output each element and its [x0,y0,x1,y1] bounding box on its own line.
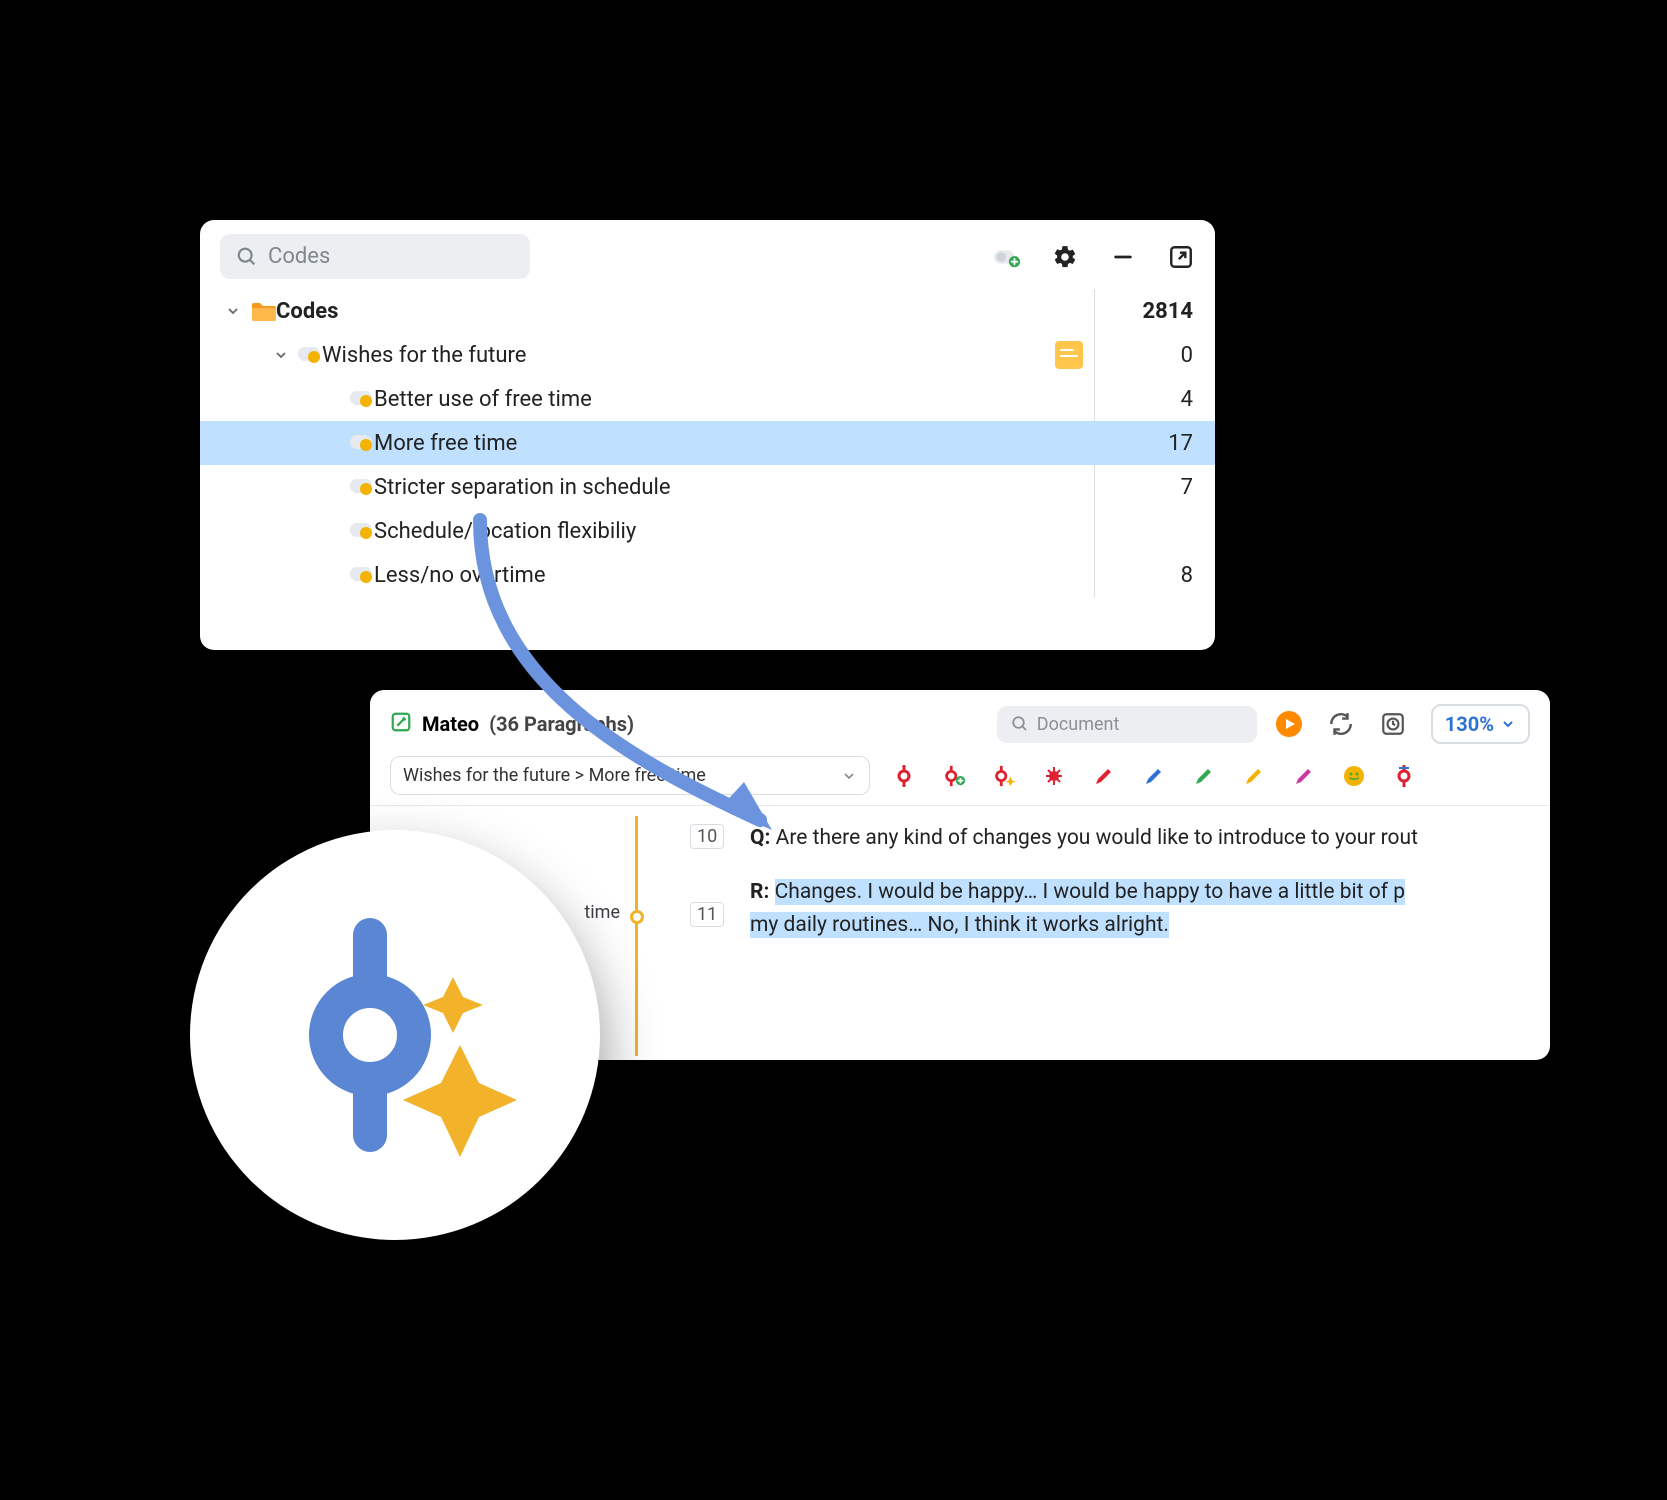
document-name: Mateo [422,712,479,736]
paragraph-q: Q: Are there any kind of changes you wou… [750,822,1550,856]
codes-root-label: Codes [276,299,338,324]
document-search-input[interactable]: Document [997,706,1257,743]
speaker-q: Q: [750,826,770,850]
zoom-value: 130% [1445,712,1494,736]
edit-document-icon[interactable] [390,711,412,738]
code-item-label: Better use of free time [374,387,592,412]
code-item-row[interactable]: Stricter separation in schedule 7 [200,465,1215,509]
codes-panel: Codes [200,220,1215,650]
code-item-label: Schedule/location flexibiliy [374,519,636,544]
code-ai-badge-icon [265,905,525,1165]
code-item-row-selected[interactable]: More free time 17 [200,421,1215,465]
paragraph-number-11[interactable]: 11 [690,902,724,927]
code-item-count: 4 [1095,387,1201,412]
code-item-label: Stricter separation in schedule [374,475,671,500]
paragraph-r: R: Changes. I would be happy… I would be… [750,876,1550,943]
codes-root-count: 2814 [1095,299,1201,324]
codes-root-row[interactable]: Codes 2814 [200,289,1215,333]
coding-tools-row [892,764,1416,788]
code-margin-label: time [584,902,620,923]
chevron-down-icon [1500,716,1516,732]
codes-search-placeholder: Codes [268,244,330,269]
highlighter-blue-icon[interactable] [1142,764,1166,788]
r-line1-highlight: Changes. I would be happy… I would be ha… [775,879,1405,905]
code-breadcrumb-select[interactable]: Wishes for the future > More free time [390,756,870,795]
code-dot-icon [350,567,374,583]
settings-button[interactable] [1051,243,1079,271]
highlighter-magenta-icon[interactable] [1292,764,1316,788]
feature-badge-circle [190,830,600,1240]
search-icon [236,246,258,268]
codes-group-label: Wishes for the future [322,343,526,368]
search-icon [1011,715,1029,733]
document-secondbar: Wishes for the future > More free time [370,750,1550,806]
code-item-row[interactable]: Less/no overtime 8 [200,553,1215,597]
document-topbar: Mateo (36 Paragraphs) Document 130% [370,690,1550,750]
code-bug-icon[interactable] [1042,764,1066,788]
r-line2-highlight: my daily routines… No, I think it works … [750,912,1169,938]
code-dot-icon [350,391,374,407]
minimize-button[interactable] [1109,243,1137,271]
highlighter-yellow-icon[interactable] [1242,764,1266,788]
code-dot-icon [350,435,374,451]
code-dot-icon [350,479,374,495]
code-margin-bar [635,816,638,1056]
chevron-down-icon[interactable] [270,347,292,363]
document-text[interactable]: Q: Are there any kind of changes you wou… [680,806,1550,1056]
code-item-label: Less/no overtime [374,563,546,588]
code-item-label: More free time [374,431,517,456]
document-search-placeholder: Document [1037,714,1120,735]
paragraph-number-10[interactable]: 10 [690,824,724,849]
codes-group-count: 0 [1095,343,1201,368]
highlighter-green-icon[interactable] [1192,764,1216,788]
zoom-dropdown[interactable]: 130% [1431,704,1530,744]
code-node-alt-icon[interactable] [1392,764,1416,788]
highlighter-red-icon[interactable] [1092,764,1116,788]
code-item-count: 8 [1095,563,1201,588]
document-tools: 130% [1275,704,1530,744]
code-node-ai-icon[interactable] [992,764,1016,788]
chevron-down-icon [841,768,857,784]
refresh-button[interactable] [1327,710,1355,738]
speaker-r: R: [750,880,769,904]
folder-icon [250,301,276,321]
document-meta: (36 Paragraphs) [489,712,634,736]
code-margin-dot[interactable] [630,910,644,924]
note-icon[interactable] [1055,341,1083,369]
timestamp-button[interactable] [1379,710,1407,738]
codes-group-row[interactable]: Wishes for the future 0 [200,333,1215,377]
codes-search-input[interactable]: Codes [220,234,530,279]
popout-button[interactable] [1167,243,1195,271]
chevron-down-icon[interactable] [222,303,244,319]
q-text: Are there any kind of changes you would … [776,826,1418,850]
code-breadcrumb-text: Wishes for the future > More free time [403,765,706,786]
add-code-button[interactable] [993,243,1021,271]
code-dot-icon [350,523,374,539]
code-item-row[interactable]: Better use of free time 4 [200,377,1215,421]
emoji-icon[interactable] [1342,764,1366,788]
codes-panel-topbar: Codes [200,220,1215,289]
code-item-count: 7 [1095,475,1201,500]
document-title: Mateo (36 Paragraphs) [390,711,634,738]
code-item-count: 17 [1095,431,1201,456]
code-dot-icon [298,347,322,363]
play-button[interactable] [1275,710,1303,738]
codes-topbar-icons [993,243,1195,271]
code-item-row[interactable]: Schedule/location flexibiliy [200,509,1215,553]
codes-tree: Codes 2814 Wishes for the future 0 Bette… [200,289,1215,597]
code-node-add-icon[interactable] [942,764,966,788]
code-node-icon[interactable] [892,764,916,788]
